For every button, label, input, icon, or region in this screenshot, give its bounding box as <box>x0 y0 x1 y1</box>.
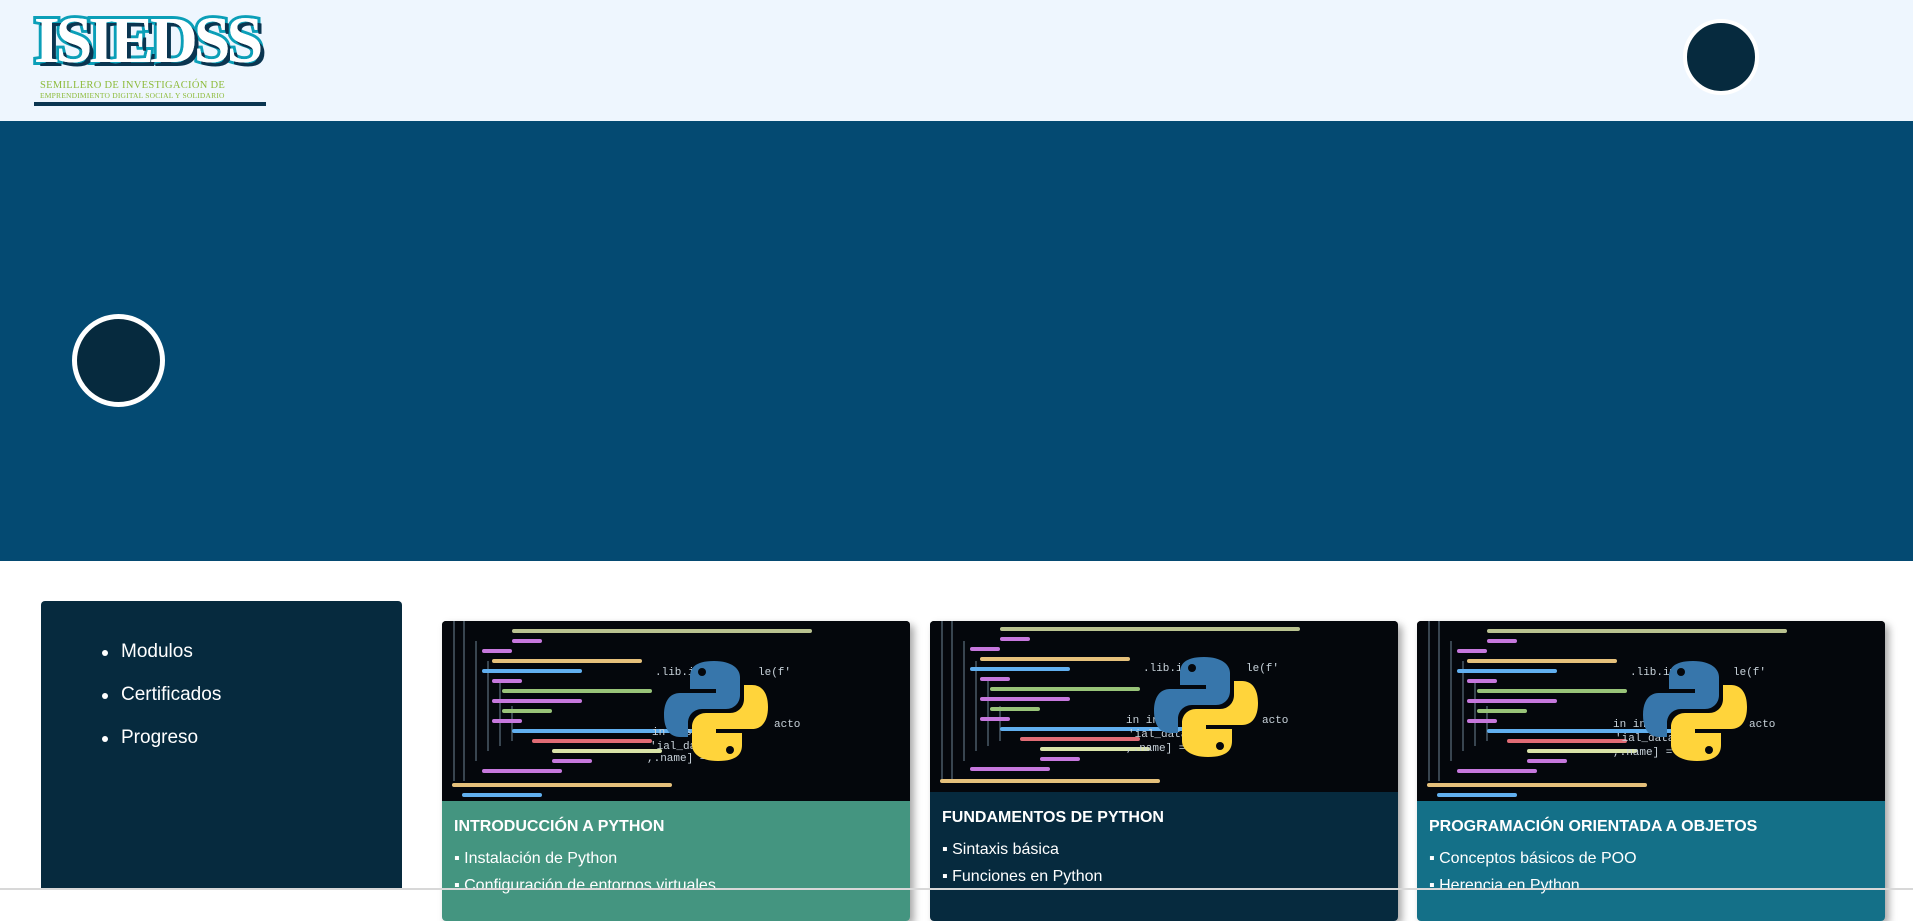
course-card-intro-python[interactable]: .lib.imp le(f' in insp acto 'ial_data' ,… <box>442 621 910 921</box>
course-title: FUNDAMENTOS DE PYTHON <box>942 809 1164 826</box>
svg-text:acto: acto <box>774 719 800 731</box>
course-card-body: INTRODUCCIÓN A PYTHON Instalación de Pyt… <box>442 801 910 921</box>
python-code-image: .lib.imp le(f' in insp acto 'ial_data' ,… <box>442 621 910 801</box>
sidebar-menu: Modulos Certificados Progreso <box>41 601 402 890</box>
course-topic-item: Conceptos básicos de POO <box>1429 837 1873 872</box>
svg-text:le(f': le(f' <box>758 667 791 679</box>
python-code-image: .lib.imp le(f' in insp acto 'ial_data' ,… <box>930 621 1398 792</box>
course-topic-item: Configuración de entornos virtuales <box>454 872 898 899</box>
svg-text:acto: acto <box>1749 719 1775 731</box>
course-topic-item: Sintaxis básica <box>942 828 1386 863</box>
sidebar-item-progreso[interactable]: Progreso <box>81 727 402 770</box>
logo-tagline-line2: EMPRENDIMIENTO DIGITAL SOCIAL Y SOLIDARI… <box>40 91 225 100</box>
svg-text:,.name] =: ,.name] = <box>1613 747 1672 759</box>
course-title: INTRODUCCIÓN A PYTHON <box>454 818 665 835</box>
sidebar-item-modulos[interactable]: Modulos <box>81 641 402 684</box>
logo-wordmark-fill: ISIEDSS <box>34 4 263 77</box>
profile-avatar <box>72 314 165 407</box>
course-topic-item: Funciones en Python <box>942 863 1386 890</box>
course-card-fundamentos-python[interactable]: .lib.imp le(f' in insp acto 'ial_data' ,… <box>930 621 1398 921</box>
sidebar-item-certificados[interactable]: Certificados <box>81 684 402 727</box>
course-title: PROGRAMACIÓN ORIENTADA A OBJETOS <box>1429 818 1758 835</box>
svg-text:acto: acto <box>1262 715 1288 727</box>
profile-banner <box>0 121 1913 561</box>
course-topic-item: Instalación de Python <box>454 837 898 872</box>
top-header: ISIEDSS ISIEDSS SEMILLERO DE INVESTIGACI… <box>0 0 1913 121</box>
logo-underline <box>34 102 266 106</box>
svg-text:le(f': le(f' <box>1246 663 1279 675</box>
course-card-body: FUNDAMENTOS DE PYTHON Sintaxis básica Fu… <box>930 792 1398 921</box>
logo-tagline-line1: SEMILLERO DE INVESTIGACIÓN DE <box>40 80 226 91</box>
user-avatar-button[interactable] <box>1683 19 1759 95</box>
isiedss-logo[interactable]: ISIEDSS ISIEDSS SEMILLERO DE INVESTIGACI… <box>31 4 274 107</box>
course-card-body: PROGRAMACIÓN ORIENTADA A OBJETOS Concept… <box>1417 801 1885 921</box>
svg-text:,.name] =: ,.name] = <box>1126 743 1185 755</box>
python-code-image: .lib.imp le(f' in insp acto 'ial_data' ,… <box>1417 621 1885 801</box>
course-topic-item: Herencia en Python <box>1429 872 1873 899</box>
course-card-poo[interactable]: .lib.imp le(f' in insp acto 'ial_data' ,… <box>1417 621 1885 921</box>
svg-text:le(f': le(f' <box>1733 667 1766 679</box>
